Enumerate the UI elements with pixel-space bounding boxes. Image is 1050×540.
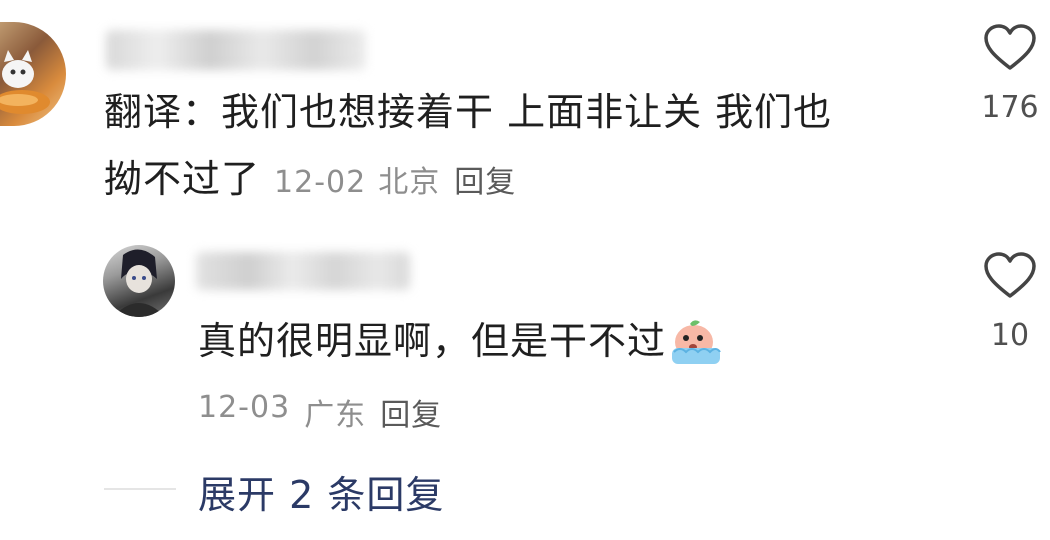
crying-face-emoji-icon [672,320,721,364]
comment-text-line2: 拗不过了 [104,157,261,201]
reply-like-count: 10 [990,318,1030,353]
heart-icon [984,252,1036,298]
reply-like-button[interactable] [983,252,1037,300]
heart-icon [984,24,1036,70]
reply-text-row: 真的很明显啊，但是干不过 [198,316,724,366]
reply-text: 真的很明显啊，但是干不过 [198,319,667,363]
reply-reply-button[interactable]: 回复 [380,390,442,434]
reply-date: 12-03 [198,390,291,425]
avatar[interactable] [0,22,66,126]
comment-reply-button[interactable]: 回复 [454,157,516,201]
reply-avatar[interactable] [103,245,175,317]
username-blurred[interactable] [106,30,366,70]
divider [104,488,176,490]
expand-replies-button[interactable]: 展开 2 条回复 [198,464,444,519]
comment-location: 北京 [378,165,441,200]
reply-username-blurred[interactable] [196,252,410,290]
comment-text-line1: 翻译：我们也想接着干 上面非让关 我们也 [104,90,833,134]
comment-like-button[interactable] [983,24,1037,72]
comment-like-count: 176 [981,90,1039,125]
comment-date: 12-02 [274,165,367,200]
comment-meta-row: 拗不过了 12-02 北京 回复 [104,155,516,203]
reply-location: 广东 [304,398,367,433]
reply-meta-row: 12-03 广东 回复 [198,390,442,434]
